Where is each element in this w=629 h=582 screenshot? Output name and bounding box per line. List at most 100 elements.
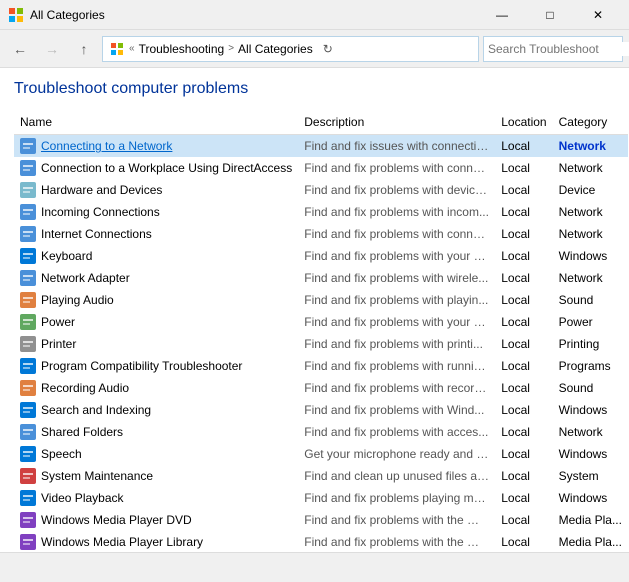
item-name-cell: Search and Indexing — [14, 399, 298, 421]
item-name-text: Keyboard — [41, 249, 92, 263]
table-row[interactable]: Search and IndexingFind and fix problems… — [14, 399, 628, 421]
item-name-text: Hardware and Devices — [41, 183, 162, 197]
table-row[interactable]: Windows Media Player DVD Find and fix pro… — [14, 509, 628, 531]
item-name-text: Incoming Connections — [41, 205, 160, 219]
item-name-text[interactable]: Connecting to a Network — [41, 139, 172, 153]
col-header-desc[interactable]: Description — [298, 112, 495, 135]
item-name-cell: Connection to a Workplace Using DirectAc… — [14, 157, 298, 179]
network-icon — [20, 160, 36, 176]
table-row[interactable]: Printer Find and fix problems with printi… — [14, 333, 628, 355]
item-name-text: Windows Media Player Library — [41, 535, 203, 549]
item-location-cell: Local — [495, 201, 552, 223]
forward-button[interactable]: → — [38, 35, 66, 63]
table-row[interactable]: Shared Folders Find and fix problems with… — [14, 421, 628, 443]
item-name-text: Shared Folders — [41, 425, 123, 439]
item-location-cell: Local — [495, 289, 552, 311]
generic-icon — [20, 182, 36, 198]
item-location-cell: Local — [495, 531, 552, 552]
item-name-cell: Playing Audio — [14, 289, 298, 311]
item-desc-cell: Find and fix problems with the Wi... — [298, 509, 495, 531]
table-row[interactable]: Incoming Connections Find and fix problem… — [14, 201, 628, 223]
item-location-cell: Local — [495, 245, 552, 267]
item-name-text: Printer — [41, 337, 76, 351]
windows-icon — [20, 248, 36, 264]
item-desc-cell: Find and fix problems with playin... — [298, 289, 495, 311]
table-row[interactable]: Network AdapterFind and fix problems wit… — [14, 267, 628, 289]
media-icon — [20, 534, 36, 550]
table-row[interactable]: Video PlaybackFind and fix problems play… — [14, 487, 628, 509]
table-row[interactable]: Hardware and Devices Find and fix problem… — [14, 179, 628, 201]
item-category-cell: Network — [553, 157, 628, 179]
item-name-cell: Hardware and Devices — [14, 179, 298, 201]
item-category-cell: Windows — [553, 443, 628, 465]
table-row[interactable]: Windows Media Player Library Find and fix… — [14, 531, 628, 552]
item-location-cell: Local — [495, 355, 552, 377]
item-desc-cell: Find and fix problems with incom... — [298, 201, 495, 223]
item-location-cell: Local — [495, 421, 552, 443]
item-name-cell: System Maintenance — [14, 465, 298, 487]
item-name-text: Windows Media Player DVD — [41, 513, 192, 527]
item-desc-cell: Find and fix problems with device... — [298, 179, 495, 201]
breadcrumb-troubleshooting[interactable]: Troubleshooting — [139, 42, 225, 56]
col-header-category[interactable]: Category — [553, 112, 628, 135]
up-button[interactable]: ↑ — [70, 35, 98, 63]
back-button[interactable]: ← — [6, 35, 34, 63]
table-row[interactable]: Program Compatibility TroubleshooterFind… — [14, 355, 628, 377]
item-name-text: Internet Connections — [41, 227, 152, 241]
title-bar-controls: — □ ✕ — [479, 0, 621, 30]
table-row[interactable]: System MaintenanceFind and clean up unus… — [14, 465, 628, 487]
item-desc-cell: Find and fix problems with acces... — [298, 421, 495, 443]
status-bar — [0, 552, 629, 582]
table-row[interactable]: Connection to a Workplace Using DirectAc… — [14, 157, 628, 179]
item-category-cell: Programs — [553, 355, 628, 377]
item-name-text: System Maintenance — [41, 469, 153, 483]
item-category-cell: Network — [553, 421, 628, 443]
maximize-button[interactable]: □ — [527, 0, 573, 30]
table-row[interactable]: Internet Connections Find and fix problem… — [14, 223, 628, 245]
table-row[interactable]: Playing AudioFind and fix problems with … — [14, 289, 628, 311]
nav-bar: ← → ↑ « Troubleshooting > All Categories… — [0, 30, 629, 68]
breadcrumb: Troubleshooting > All Categories — [139, 42, 313, 56]
refresh-button[interactable]: ↻ — [317, 38, 339, 60]
col-header-name[interactable]: Name — [14, 112, 298, 135]
item-category-cell: Windows — [553, 399, 628, 421]
item-category-cell: Windows — [553, 245, 628, 267]
item-desc-cell: Find and fix issues with connectin... — [298, 135, 495, 158]
app-icon — [8, 7, 24, 23]
table-row[interactable]: PowerFind and fix problems with your c..… — [14, 311, 628, 333]
close-button[interactable]: ✕ — [575, 0, 621, 30]
table-row[interactable]: Connecting to a Network Find and fix issu… — [14, 135, 628, 158]
item-name-text: Connection to a Workplace Using DirectAc… — [41, 161, 292, 175]
search-box: 🔍 — [483, 36, 623, 62]
network-icon — [20, 204, 36, 220]
table-row[interactable]: Keyboard Find and fix problems with your … — [14, 245, 628, 267]
item-location-cell: Local — [495, 135, 552, 158]
item-desc-cell: Find and fix problems with conne... — [298, 157, 495, 179]
item-location-cell: Local — [495, 465, 552, 487]
item-desc-cell: Find and fix problems with record... — [298, 377, 495, 399]
item-desc-cell: Find and fix problems playing mo... — [298, 487, 495, 509]
minimize-button[interactable]: — — [479, 0, 525, 30]
address-bar[interactable]: « Troubleshooting > All Categories ↻ — [102, 36, 479, 62]
sound-icon — [20, 292, 36, 308]
item-category-cell: Network — [553, 267, 628, 289]
item-name-text: Search and Indexing — [41, 403, 151, 417]
table-row[interactable]: SpeechGet your microphone ready and f...… — [14, 443, 628, 465]
item-desc-cell: Find and fix problems with the Wi... — [298, 531, 495, 552]
col-header-location[interactable]: Location — [495, 112, 552, 135]
troubleshoot-table: Name Description Location Category Conne… — [14, 112, 628, 552]
item-location-cell: Local — [495, 223, 552, 245]
item-category-cell: Media Pla... — [553, 531, 628, 552]
item-name-text: Network Adapter — [41, 271, 130, 285]
address-double-arrow: « — [129, 43, 135, 54]
item-name-cell: Connecting to a Network — [14, 135, 298, 158]
item-desc-cell: Find and fix problems with printi... — [298, 333, 495, 355]
item-category-cell: Sound — [553, 377, 628, 399]
table-row[interactable]: Recording AudioFind and fix problems wit… — [14, 377, 628, 399]
windows-icon — [20, 402, 36, 418]
breadcrumb-sep: > — [228, 43, 234, 54]
item-category-cell: Windows — [553, 487, 628, 509]
search-input[interactable] — [488, 42, 629, 56]
item-desc-cell: Find and fix problems with conne... — [298, 223, 495, 245]
item-desc-cell: Find and fix problems with your c... — [298, 245, 495, 267]
